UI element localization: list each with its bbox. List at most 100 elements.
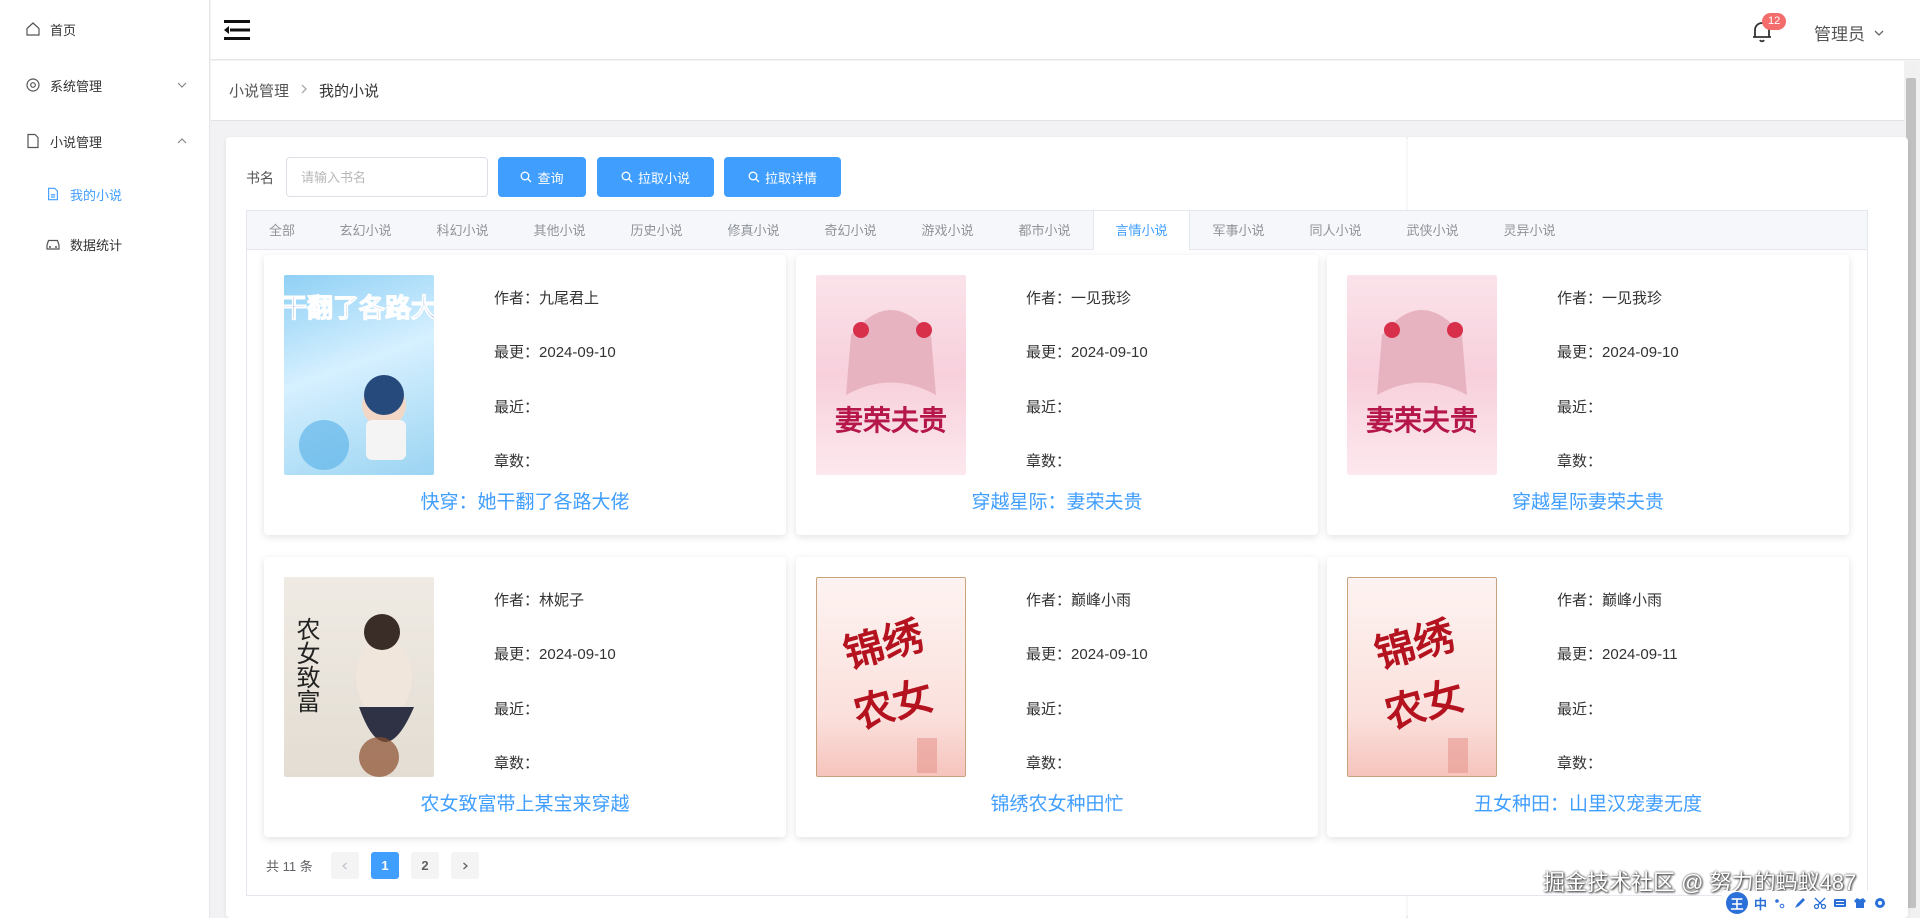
pagination-total: 共 11 条 [266, 859, 313, 874]
page-button[interactable]: 2 [411, 852, 439, 879]
book-author: 作者：巅峰小雨 [1026, 592, 1132, 609]
page-button[interactable]: 1 [371, 852, 399, 879]
book-author: 作者：林妮子 [494, 592, 585, 609]
book-updated: 最更：2024-09-10 [494, 646, 616, 663]
collapse-menu-icon[interactable] [223, 17, 251, 43]
document-icon [24, 132, 42, 150]
tab-xuanhuan[interactable]: 玄幻小说 [317, 211, 414, 250]
book-updated: 最更：2024-09-10 [494, 344, 616, 361]
book-updated: 最更：2024-09-10 [1557, 344, 1679, 361]
car-icon [44, 235, 62, 253]
book-updated: 最更：2024-09-11 [1557, 646, 1678, 663]
book-chapters: 章数： [494, 755, 540, 772]
tab-xiuzhen[interactable]: 修真小说 [705, 211, 802, 250]
skin-icon[interactable] [1853, 896, 1867, 910]
tab-all[interactable]: 全部 [247, 211, 317, 250]
sidebar-item-label: 数据统计 [70, 237, 123, 253]
book-title[interactable]: 穿越星际妻荣夫贵 [1327, 487, 1849, 514]
book-cover: 锦绣 农女 [1347, 577, 1497, 777]
book-latest: 最近： [494, 701, 540, 718]
home-icon [24, 20, 42, 38]
book-title[interactable]: 穿越星际：妻荣夫贵 [796, 487, 1318, 514]
book-chapters: 章数： [1026, 755, 1072, 772]
book-card[interactable]: 锦绣 农女 作者：巅峰小雨 最更：2024-09-10 最近： 章数： 锦绣农女… [796, 557, 1318, 837]
next-page-button[interactable] [451, 852, 479, 879]
sidebar-item-home[interactable]: 首页 [0, 9, 210, 49]
book-updated: 最更：2024-09-10 [1026, 344, 1148, 361]
tab-other[interactable]: 其他小说 [511, 211, 608, 250]
svg-text:妻荣夫贵: 妻荣夫贵 [835, 404, 947, 437]
scissors-icon[interactable] [1813, 896, 1827, 910]
tab-romance[interactable]: 言情小说 [1093, 211, 1190, 251]
book-cover: 妻荣夫贵 [816, 275, 966, 475]
svg-text:妻荣夫贵: 妻荣夫贵 [1366, 404, 1478, 437]
ime-mode[interactable]: 中 [1754, 894, 1767, 913]
chevron-down-icon [177, 82, 187, 88]
book-author: 作者：一见我珍 [1557, 290, 1663, 307]
tab-qihuan[interactable]: 奇幻小说 [802, 211, 899, 250]
gear-icon [24, 76, 42, 94]
ime-logo[interactable]: 王 [1726, 892, 1748, 914]
book-cover: 锦绣 农女 [816, 577, 966, 777]
svg-text:锦绣: 锦绣 [839, 612, 928, 678]
sidebar-item-novels[interactable]: 小说管理 [0, 121, 210, 161]
book-title[interactable]: 农女致富带上某宝来穿越 [264, 789, 786, 816]
book-card[interactable]: 锦绣 农女 作者：巅峰小雨 最更：2024-09-11 最近： 章数： 丑女种田… [1327, 557, 1849, 837]
tab-fanfic[interactable]: 同人小说 [1287, 211, 1384, 250]
notification-badge: 12 [1762, 13, 1787, 30]
book-card[interactable]: 农女致富 作者：林妮子 最更：2024-09-10 最近： 章数： 农女致富带上… [264, 557, 786, 837]
sidebar-item-statistics[interactable]: 数据统计 [0, 224, 210, 264]
pull-novels-button[interactable]: 拉取小说 [597, 157, 714, 197]
ime-toolbar[interactable]: 王 中 [1722, 891, 1892, 915]
chevron-down-icon [1874, 30, 1884, 36]
sidebar-item-label: 系统管理 [50, 78, 103, 94]
search-icon [521, 171, 532, 183]
pull-details-button[interactable]: 拉取详情 [724, 157, 841, 197]
sidebar-item-my-novels[interactable]: 我的小说 [0, 174, 210, 214]
tab-military[interactable]: 军事小说 [1190, 211, 1287, 250]
book-chapters: 章数： [1557, 453, 1603, 470]
book-title[interactable]: 丑女种田：山里汉宠妻无度 [1327, 789, 1849, 816]
book-chapters: 章数： [1026, 453, 1072, 470]
svg-text:农女: 农女 [849, 672, 938, 738]
top-header: 12 管理员 [211, 0, 1920, 60]
book-card[interactable]: 她干翻了各路大佬 作者：九尾君上 最更：2024-09-10 最近： 章数： 快… [264, 255, 786, 535]
keyboard-icon[interactable] [1833, 896, 1847, 910]
book-name-label: 书名 [246, 170, 274, 186]
tab-wuxia[interactable]: 武侠小说 [1384, 211, 1481, 250]
search-icon [748, 171, 760, 183]
book-latest: 最近： [1026, 399, 1072, 416]
chevron-right-icon [463, 862, 468, 869]
svg-text:农女: 农女 [1380, 672, 1469, 738]
user-name: 管理员 [1814, 25, 1865, 44]
breadcrumb-parent[interactable]: 小说管理 [229, 80, 289, 101]
sidebar-item-label: 小说管理 [50, 134, 103, 150]
prev-page-button[interactable] [331, 852, 359, 879]
file-icon [44, 185, 62, 203]
book-author: 作者：巅峰小雨 [1557, 592, 1663, 609]
gear-icon[interactable] [1873, 896, 1887, 910]
tab-urban[interactable]: 都市小说 [996, 211, 1093, 250]
tab-kehuan[interactable]: 科幻小说 [414, 211, 511, 250]
book-author: 作者：九尾君上 [494, 290, 600, 307]
book-cover: 她干翻了各路大佬 [284, 275, 434, 475]
chevron-left-icon [342, 862, 347, 869]
sidebar: 首页 系统管理 小说管理 我的小说 数据统计 [0, 0, 210, 918]
book-title[interactable]: 快穿：她干翻了各路大佬 [264, 487, 786, 514]
tab-supernatural[interactable]: 灵异小说 [1481, 211, 1578, 250]
book-name-input[interactable] [286, 157, 488, 197]
svg-text:农女致富: 农女致富 [292, 617, 320, 713]
user-menu[interactable]: 管理员 [1814, 20, 1885, 45]
breadcrumb: 小说管理 我的小说 [211, 61, 1904, 121]
book-card[interactable]: 妻荣夫贵 作者：一见我珍 最更：2024-09-10 最近： 章数： 穿越星际：… [796, 255, 1318, 535]
sidebar-item-system[interactable]: 系统管理 [0, 65, 210, 105]
book-latest: 最近： [1026, 701, 1072, 718]
query-button[interactable]: 查询 [498, 157, 586, 197]
pen-icon[interactable] [1793, 896, 1807, 910]
tab-game[interactable]: 游戏小说 [899, 211, 996, 250]
book-card[interactable]: 妻荣夫贵 作者：一见我珍 最更：2024-09-10 最近： 章数： 穿越星际妻… [1327, 255, 1849, 535]
book-updated: 最更：2024-09-10 [1026, 646, 1148, 663]
punctuation-icon[interactable] [1773, 896, 1787, 910]
tab-history[interactable]: 历史小说 [608, 211, 705, 250]
book-title[interactable]: 锦绣农女种田忙 [796, 789, 1318, 816]
